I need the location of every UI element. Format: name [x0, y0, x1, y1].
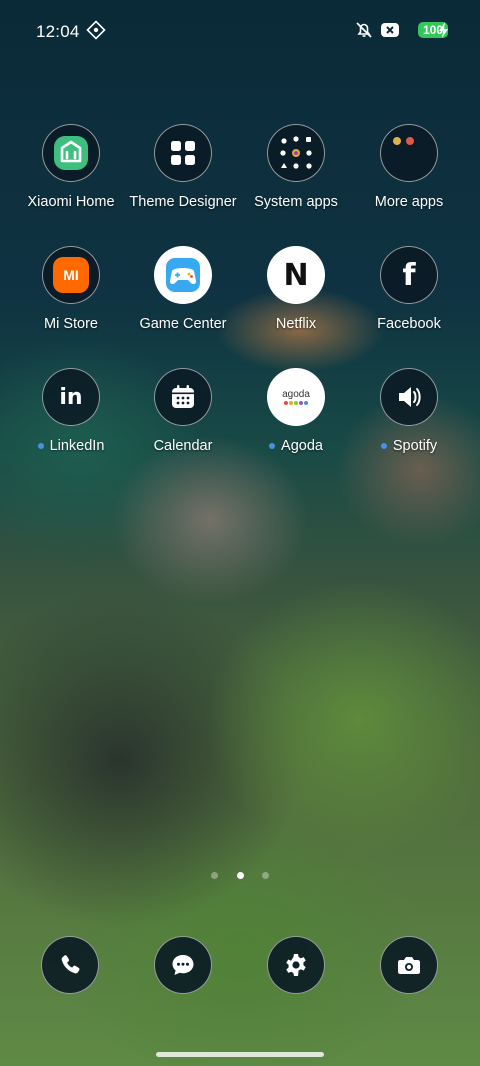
app-facebook[interactable]: f Facebook: [349, 246, 469, 332]
mute-icon: [356, 22, 372, 38]
dock-messages[interactable]: [154, 936, 212, 994]
game-center-icon: [166, 258, 200, 292]
facebook-icon: f: [402, 257, 416, 293]
no-sim-icon: [381, 23, 399, 37]
app-label: More apps: [374, 194, 444, 210]
app-netflix[interactable]: N Netflix: [236, 246, 356, 332]
dock-camera[interactable]: [380, 936, 438, 994]
page-dot[interactable]: [261, 872, 269, 879]
page-dot[interactable]: [211, 872, 219, 879]
app-label: Facebook: [377, 316, 441, 332]
app-calendar[interactable]: Calendar: [123, 368, 243, 454]
agoda-dots-icon: [284, 400, 308, 405]
system-apps-folder-icon: [280, 136, 312, 169]
phone-icon: [61, 955, 80, 974]
app-label: System apps: [254, 194, 338, 210]
mi-store-icon: MI: [53, 257, 89, 293]
app-linkedin[interactable]: in LinkedIn: [11, 368, 131, 454]
app-label: Mi Store: [44, 316, 98, 332]
app-spotify[interactable]: Spotify: [349, 368, 469, 454]
speaker-icon: [399, 387, 421, 407]
new-app-dot: [380, 443, 387, 450]
app-game-center[interactable]: Game Center: [123, 246, 243, 332]
agoda-icon: agoda: [282, 388, 310, 400]
app-label: LinkedIn: [49, 438, 105, 454]
page-indicator: [0, 866, 480, 884]
app-label: Xiaomi Home: [27, 194, 115, 210]
app-label: Theme Designer: [129, 194, 237, 210]
app-folder-system-apps[interactable]: System apps: [236, 124, 356, 210]
app-xiaomi-home[interactable]: Xiaomi Home: [11, 124, 131, 210]
linkedin-icon: in: [59, 384, 83, 410]
status-time: 12:04: [36, 22, 80, 41]
dock: [0, 936, 480, 996]
app-label: Agoda: [281, 438, 323, 454]
charging-icon: [439, 22, 448, 38]
calendar-icon: [172, 385, 194, 408]
new-app-dot: [269, 443, 276, 450]
netflix-icon: N: [283, 257, 309, 293]
app-label: Netflix: [275, 316, 317, 332]
app-label: Calendar: [153, 438, 213, 454]
theme-designer-icon: [171, 141, 195, 165]
camera-icon: [398, 957, 420, 974]
app-label: Game Center: [139, 316, 227, 332]
messages-icon: [172, 955, 194, 975]
app-label: Spotify: [392, 438, 438, 454]
dock-phone[interactable]: [41, 936, 99, 994]
status-bar: 12:04 100: [0, 0, 480, 60]
sync-icon: [86, 20, 106, 40]
app-agoda[interactable]: agoda Agoda: [236, 368, 356, 454]
app-theme-designer[interactable]: Theme Designer: [123, 124, 243, 210]
more-apps-folder-icon: [393, 137, 414, 145]
settings-icon: [286, 954, 306, 976]
app-mi-store[interactable]: MI Mi Store: [11, 246, 131, 332]
dock-settings[interactable]: [267, 936, 325, 994]
gesture-home-bar[interactable]: [156, 1052, 324, 1057]
new-app-dot: [37, 443, 44, 450]
xiaomi-home-icon: [54, 136, 88, 170]
app-folder-more-apps[interactable]: More apps: [349, 124, 469, 210]
page-dot-active[interactable]: [236, 872, 244, 879]
